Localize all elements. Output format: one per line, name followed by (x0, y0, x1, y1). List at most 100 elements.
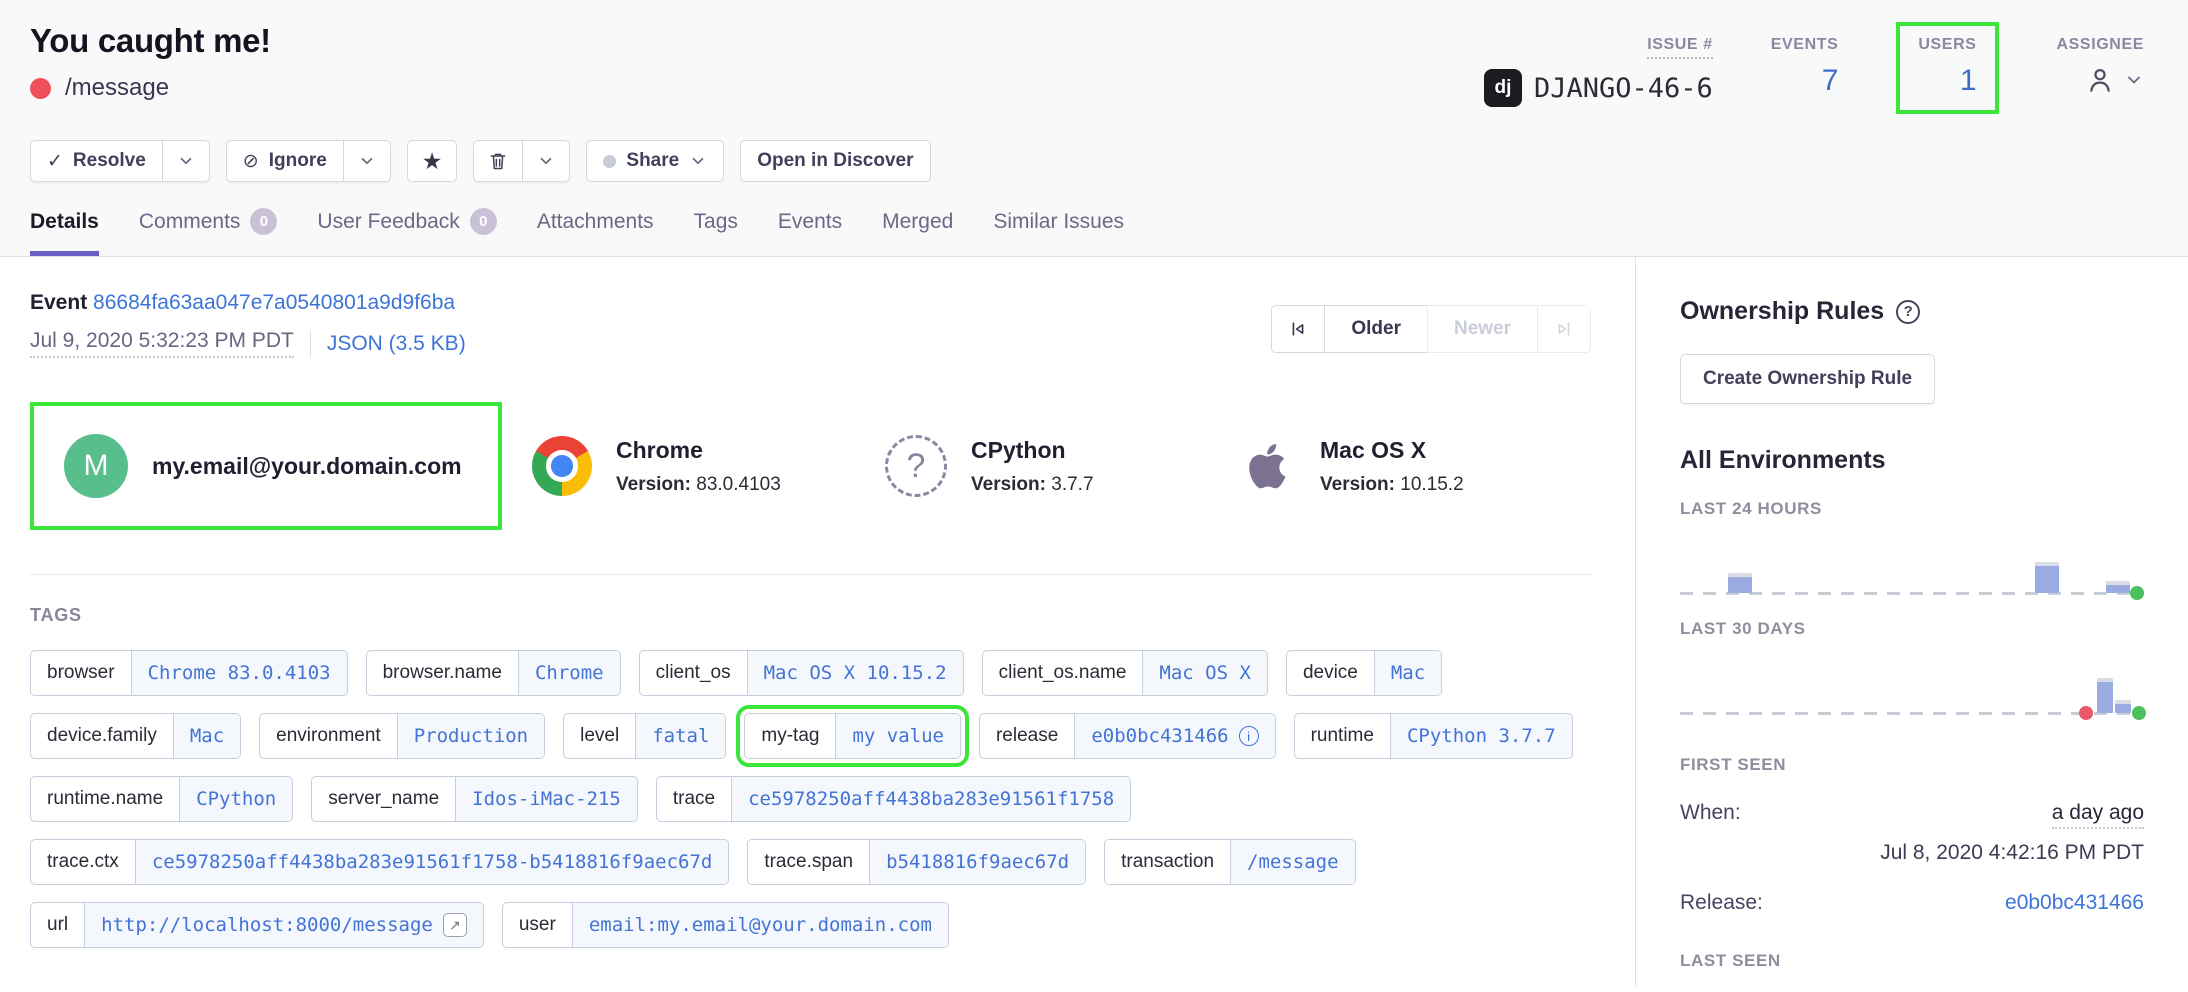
issue-page: You caught me! /message ISSUE # dj DJANG… (0, 0, 2188, 987)
tags-list: browser Chrome 83.0.4103 browser.name Ch… (30, 650, 1591, 948)
tag-value-link[interactable]: fatal (635, 714, 725, 758)
tag-value: email:my.email@your.domain.com (589, 914, 932, 936)
share-status-dot (603, 155, 616, 168)
events-count-link[interactable]: 7 (1771, 64, 1839, 98)
bookmark-star-button[interactable]: ★ (407, 140, 458, 182)
tag-value-link[interactable]: Chrome 83.0.4103 (131, 651, 347, 695)
tag-pill-browser: browser Chrome 83.0.4103 (30, 650, 348, 696)
assignee-label: ASSIGNEE (2057, 36, 2145, 54)
os-context-card: Mac OS X Version: 10.15.2 (1238, 437, 1591, 496)
ownership-rules-title: Ownership Rules (1680, 297, 1884, 326)
tab-label: Attachments (537, 210, 654, 234)
tag-value: Mac (190, 725, 224, 747)
django-platform-icon: dj (1484, 69, 1522, 107)
tag-value-link[interactable]: e0b0bc431466 i (1074, 714, 1274, 758)
tag-value-link[interactable]: Chrome (518, 651, 620, 695)
tag-pill-client_os: client_os Mac OS X 10.15.2 (639, 650, 964, 696)
resolve-button[interactable]: ✓Resolve (30, 140, 163, 182)
person-icon (2084, 64, 2116, 96)
resolve-dropdown-button[interactable] (162, 140, 210, 182)
ignore-dropdown-button[interactable] (343, 140, 391, 182)
tag-value: ce5978250aff4438ba283e91561f1758-b541881… (152, 851, 713, 873)
tab-label: Events (778, 210, 842, 234)
chart-bar (2035, 562, 2059, 593)
tab-user-feedback[interactable]: User Feedback 0 (317, 208, 496, 256)
delete-dropdown-button[interactable] (522, 140, 570, 182)
tag-value: /message (1247, 851, 1339, 873)
create-ownership-rule-button[interactable]: Create Ownership Rule (1680, 354, 1935, 404)
older-event-button[interactable]: Older (1324, 305, 1428, 353)
share-button[interactable]: Share (586, 140, 724, 182)
tag-value-link[interactable]: http://localhost:8000/message ↗ (84, 903, 483, 947)
event-pagination: Older Newer (1271, 305, 1591, 353)
apple-icon (1238, 437, 1296, 495)
assignee-dropdown[interactable] (2057, 64, 2145, 96)
tab-count-badge: 0 (470, 208, 497, 235)
tag-value-link[interactable]: Mac (1374, 651, 1441, 695)
tag-value-link[interactable]: Production (397, 714, 544, 758)
event-json-link[interactable]: JSON (3.5 KB) (327, 332, 466, 356)
trash-icon (488, 151, 508, 171)
tag-pill-environment: environment Production (259, 713, 545, 759)
tab-bar: Details Comments 0 User Feedback 0 Attac… (30, 208, 2144, 256)
tag-value-link[interactable]: /message (1230, 840, 1355, 884)
tag-value-link[interactable]: ce5978250aff4438ba283e91561f1758 (731, 777, 1130, 821)
newer-event-button[interactable]: Newer (1427, 305, 1538, 353)
tag-key: release (980, 714, 1074, 758)
tag-value: e0b0bc431466 (1091, 725, 1228, 747)
tag-value-link[interactable]: Mac OS X (1142, 651, 1267, 695)
tag-value-link[interactable]: Mac OS X 10.15.2 (747, 651, 963, 695)
context-summary-row: M my.email@your.domain.com Chrome Versio… (30, 402, 1591, 575)
issue-title-block: You caught me! /message (30, 22, 271, 102)
tag-key: browser.name (367, 651, 518, 695)
tag-pill-device.family: device.family Mac (30, 713, 241, 759)
tab-label: Details (30, 210, 99, 234)
tag-value-link[interactable]: ce5978250aff4438ba283e91561f1758-b541881… (135, 840, 729, 884)
ignore-button[interactable]: ⊘Ignore (226, 140, 344, 182)
tab-events[interactable]: Events (778, 208, 842, 256)
browser-name: Chrome (616, 437, 781, 464)
tab-merged[interactable]: Merged (882, 208, 953, 256)
tab-comments[interactable]: Comments 0 (139, 208, 278, 256)
oldest-event-button[interactable] (1271, 305, 1325, 353)
tag-pill-runtime: runtime CPython 3.7.7 (1294, 713, 1573, 759)
tags-section-heading: TAGS (30, 605, 1591, 626)
first-seen-release-link[interactable]: e0b0bc431466 (2005, 891, 2144, 915)
tag-value-link[interactable]: Mac (173, 714, 240, 758)
event-id-link[interactable]: 86684fa63aa047e7a0540801a9d9f6ba (93, 291, 455, 314)
tag-value-link[interactable]: CPython 3.7.7 (1390, 714, 1572, 758)
tag-value: Idos-iMac-215 (472, 788, 621, 810)
external-link-icon[interactable]: ↗ (443, 913, 467, 937)
tab-details[interactable]: Details (30, 208, 99, 256)
open-in-discover-button[interactable]: Open in Discover (740, 140, 930, 182)
issue-title: You caught me! (30, 22, 271, 60)
user-context-card-highlighted[interactable]: M my.email@your.domain.com (30, 402, 502, 530)
tag-pill-runtime.name: runtime.name CPython (30, 776, 293, 822)
stat-users-highlighted: USERS 1 (1896, 22, 1998, 114)
delete-button[interactable] (473, 140, 523, 182)
tag-pill-url: url http://localhost:8000/message ↗ (30, 902, 484, 948)
tag-key: device.family (31, 714, 173, 758)
chevron-down-icon (2124, 70, 2144, 90)
stat-issue-number: ISSUE # dj DJANGO-46-6 (1484, 36, 1713, 107)
tag-value-link[interactable]: my value (835, 714, 960, 758)
tag-value-link[interactable]: Idos-iMac-215 (455, 777, 637, 821)
tag-value-link[interactable]: b5418816f9aec67d (869, 840, 1085, 884)
latest-event-button[interactable] (1537, 305, 1591, 353)
tag-pill-browser.name: browser.name Chrome (366, 650, 621, 696)
tag-pill-user: user email:my.email@your.domain.com (502, 902, 949, 948)
help-question-icon[interactable]: ? (1896, 300, 1920, 324)
tab-similar-issues[interactable]: Similar Issues (993, 208, 1124, 256)
info-icon[interactable]: i (1239, 726, 1259, 746)
tag-value: Chrome 83.0.4103 (148, 662, 331, 684)
chrome-icon (532, 436, 592, 496)
environments-title: All Environments (1680, 446, 2144, 475)
tab-tags[interactable]: Tags (694, 208, 738, 256)
users-count-link[interactable]: 1 (1918, 64, 1976, 98)
chart-bar (2106, 581, 2130, 593)
chart-marker-first-seen (2079, 706, 2093, 720)
tab-attachments[interactable]: Attachments (537, 208, 654, 256)
tag-value-link[interactable]: CPython (179, 777, 292, 821)
skip-to-first-icon (1287, 318, 1309, 340)
tag-value-link[interactable]: email:my.email@your.domain.com (572, 903, 948, 947)
